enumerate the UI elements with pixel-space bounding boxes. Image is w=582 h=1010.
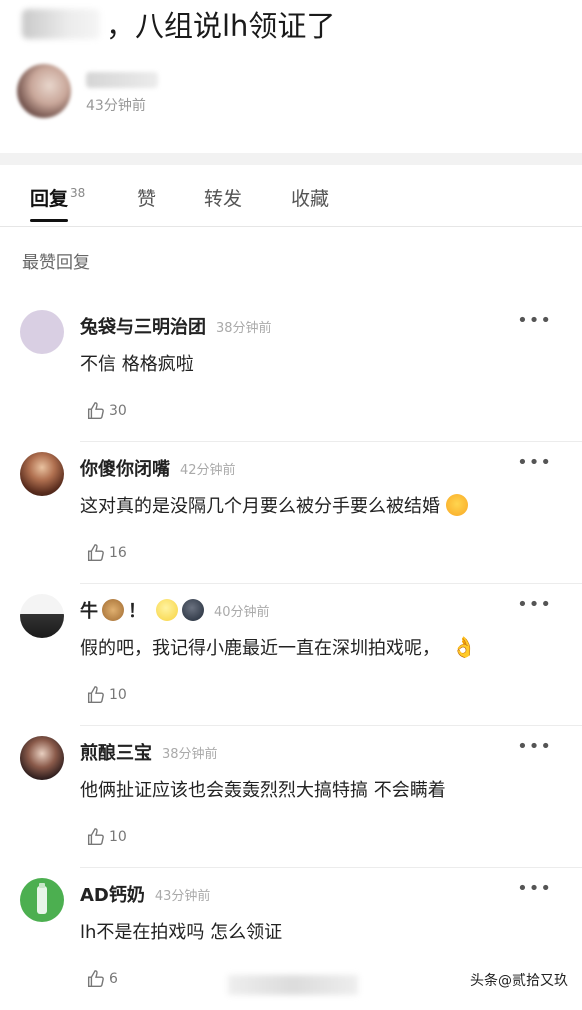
- tab-favorites[interactable]: 收藏: [291, 184, 329, 211]
- comment-text: 不信 格格疯啦: [80, 354, 194, 375]
- comment-time: 40分钟前: [214, 604, 270, 620]
- comment-text: 这对真的是没隔几个月要么被分手要么被结婚: [80, 492, 468, 518]
- like-button[interactable]: 10: [85, 826, 127, 848]
- tab-likes-label: 赞: [137, 188, 157, 210]
- tabs-divider: [0, 226, 582, 227]
- active-tab-indicator: [30, 219, 68, 222]
- more-options-icon[interactable]: •••: [517, 310, 552, 331]
- comment-item: 煎酿三宝 38分钟前 ••• 他俩扯证应该也会轰轰烈烈大搞特搞 不会瞒着 10: [0, 726, 582, 868]
- smiley-emoji-icon: [156, 599, 178, 621]
- comment-time: 38分钟前: [216, 320, 272, 336]
- comment-header: 兔袋与三明治团 38分钟前: [80, 313, 272, 339]
- comment-time: 42分钟前: [180, 462, 236, 478]
- like-count: 10: [109, 687, 127, 703]
- tab-favorites-label: 收藏: [291, 188, 330, 210]
- comment-item: 你傻你闭嘴 42分钟前 ••• 这对真的是没隔几个月要么被分手要么被结婚 16: [0, 442, 582, 584]
- more-options-icon[interactable]: •••: [517, 736, 552, 757]
- comment-author[interactable]: 兔袋与三明治团: [80, 313, 206, 339]
- comment-author-suffix: ！: [128, 601, 146, 622]
- section-separator: [0, 153, 582, 165]
- like-button[interactable]: 16: [85, 542, 127, 564]
- author-avatar[interactable]: [17, 64, 71, 118]
- tab-likes[interactable]: 赞: [137, 184, 156, 211]
- comment-item: 牛 ！ 40分钟前 ••• 假的吧，我记得小鹿最近一直在深圳拍戏呢， 👌 10: [0, 584, 582, 726]
- like-button[interactable]: 30: [85, 400, 127, 422]
- comment-author[interactable]: 煎酿三宝: [80, 739, 152, 765]
- author-name-blurred[interactable]: [86, 72, 158, 88]
- thumbs-up-icon: [87, 402, 104, 420]
- tab-reposts-label: 转发: [204, 188, 243, 210]
- more-options-icon[interactable]: •••: [517, 878, 552, 899]
- thumbs-up-icon: [87, 686, 104, 704]
- thumbs-up-icon: [87, 970, 104, 988]
- blurred-title-prefix: [22, 9, 100, 39]
- like-count: 16: [109, 545, 127, 561]
- thumbs-up-icon: [87, 828, 104, 846]
- comment-header: 煎酿三宝 38分钟前: [80, 739, 218, 765]
- cow-emoji-icon: [102, 599, 124, 621]
- tab-replies-count: 38: [70, 186, 86, 200]
- comment-author[interactable]: AD钙奶: [80, 881, 145, 907]
- more-options-icon[interactable]: •••: [517, 594, 552, 615]
- comment-text: 假的吧，我记得小鹿最近一直在深圳拍戏呢， 👌: [80, 634, 477, 660]
- comment-author[interactable]: 牛: [80, 597, 98, 623]
- comment-header: 你傻你闭嘴 42分钟前: [80, 455, 236, 481]
- like-count: 10: [109, 829, 127, 845]
- like-count: 6: [109, 971, 118, 987]
- comment-header: AD钙奶 43分钟前: [80, 881, 210, 907]
- comment-text-body: 假的吧，我记得小鹿最近一直在深圳拍戏呢，: [80, 638, 440, 659]
- avatar[interactable]: [20, 736, 64, 780]
- comment-text: lh不是在拍戏吗 怎么领证: [80, 922, 283, 943]
- dark-moon-emoji-icon: [182, 599, 204, 621]
- post-title-text: ，八组说lh领证了: [106, 9, 336, 43]
- watermark: 头条@贰拾又玖: [470, 973, 568, 989]
- avatar[interactable]: [20, 594, 64, 638]
- bottle-icon: [37, 883, 47, 914]
- more-options-icon[interactable]: •••: [517, 452, 552, 473]
- like-count: 30: [109, 403, 127, 419]
- avatar[interactable]: [20, 310, 64, 354]
- tab-replies-label: 回复: [30, 188, 69, 210]
- post-time: 43分钟前: [86, 98, 146, 114]
- comment-text: 他俩扯证应该也会轰轰烈烈大搞特搞 不会瞒着: [80, 780, 446, 801]
- thumbs-up-icon: [87, 544, 104, 562]
- like-button[interactable]: 10: [85, 684, 127, 706]
- like-button[interactable]: 6: [85, 968, 118, 990]
- laughing-tears-emoji-icon: [445, 494, 468, 516]
- section-title: 最赞回复: [22, 253, 90, 273]
- comment-time: 38分钟前: [162, 746, 218, 762]
- comment-text-body: 这对真的是没隔几个月要么被分手要么被结婚: [80, 496, 440, 517]
- post-title: ，八组说lh领证了: [22, 2, 335, 46]
- comment-time: 43分钟前: [154, 888, 211, 904]
- tab-bar: 回复 38 赞 转发 收藏: [0, 176, 582, 224]
- blurred-overlay: [228, 975, 358, 995]
- avatar[interactable]: [20, 452, 64, 496]
- ok-hand-emoji-icon: 👌: [451, 635, 477, 659]
- tab-reposts[interactable]: 转发: [204, 184, 242, 211]
- comment-header: 牛 ！ 40分钟前: [80, 597, 270, 623]
- avatar[interactable]: [20, 878, 64, 922]
- comment-item: 兔袋与三明治团 38分钟前 ••• 不信 格格疯啦 30: [0, 300, 582, 442]
- tab-replies[interactable]: 回复 38: [30, 184, 85, 211]
- comment-author[interactable]: 你傻你闭嘴: [80, 455, 170, 481]
